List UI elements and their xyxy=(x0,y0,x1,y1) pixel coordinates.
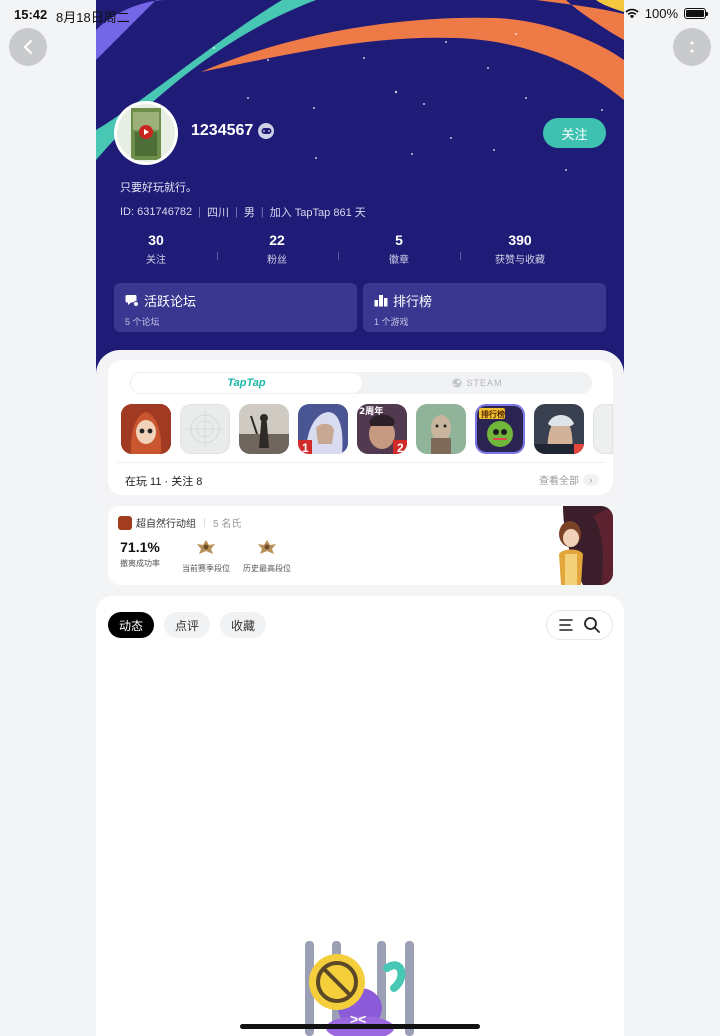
ranking-icon xyxy=(374,295,388,307)
escape-rate-label: 撤离成功率 xyxy=(120,559,160,568)
search-icon[interactable] xyxy=(583,616,601,634)
anniversary-label: 2周年 xyxy=(359,405,383,417)
playing-count: 在玩 11 · 关注 8 xyxy=(125,476,203,488)
game-icon-soldier[interactable] xyxy=(534,404,584,454)
escape-rate-value: 71.1% xyxy=(120,539,160,555)
ranking-subtitle: 1 个游戏 xyxy=(374,317,409,327)
game-icon-row: 1 2周年 2 排行榜 xyxy=(121,404,613,454)
tab-favorites[interactable]: 收藏 xyxy=(220,612,267,638)
status-bar: 15:42 8月18日周二 100% xyxy=(0,0,720,28)
more-vertical-icon xyxy=(690,41,694,53)
active-forums-title: 活跃论坛 xyxy=(144,294,197,309)
rank-emblem-icon xyxy=(197,540,215,554)
ranking-card[interactable]: 排行榜 1 个游戏 xyxy=(363,283,606,332)
game-icon-dark-survivor[interactable] xyxy=(239,404,289,454)
svg-text:2: 2 xyxy=(397,441,404,454)
wifi-icon xyxy=(625,8,639,19)
game-record-card[interactable]: 超自然行动组 5 名氏 71.1% 撤离成功率 当前赛季段位 历史最高段位 xyxy=(108,506,613,585)
record-player-count: 5 名氏 xyxy=(213,519,242,530)
meta-gender: 男 xyxy=(243,207,255,219)
games-card: TapTap STEAM 1 2周年 2 排行榜 在玩 11 · 关注 8 查看… xyxy=(108,360,613,495)
game-icon-creature[interactable] xyxy=(416,404,466,454)
gamepad-icon xyxy=(258,123,275,139)
status-date: 8月18日周二 xyxy=(56,10,130,25)
see-all-label: 查看全部 xyxy=(539,476,579,487)
record-game-name: 超自然行动组 xyxy=(136,519,196,530)
rank-emblem-icon xyxy=(258,540,276,554)
game-icon-placeholder[interactable] xyxy=(180,404,230,454)
forum-icon xyxy=(125,295,139,307)
profile-meta: ID: 631746782 | 四川 | 男 | 加入 TapTap 861 天 xyxy=(120,206,366,219)
game-icon-anniversary-2[interactable]: 2周年 2 xyxy=(357,404,407,454)
meta-region: 四川 xyxy=(207,207,230,219)
active-forums-card[interactable]: 活跃论坛 5 个论坛 xyxy=(114,283,357,332)
stat-badges[interactable]: 5 徽章 xyxy=(379,232,419,266)
stat-following[interactable]: 30 关注 xyxy=(136,232,176,266)
meta-joined: 加入 TapTap 861 天 xyxy=(269,207,366,219)
see-all-link[interactable]: 查看全部 › xyxy=(539,472,599,487)
avatar[interactable] xyxy=(114,101,178,165)
empty-state-illustration: >< xyxy=(305,941,414,1036)
battery-percent: 100% xyxy=(644,6,678,21)
battery-icon xyxy=(684,8,708,19)
game-icon-red-hood[interactable] xyxy=(121,404,171,454)
steam-label: STEAM xyxy=(466,378,503,388)
home-indicator xyxy=(240,1024,480,1029)
more-button[interactable] xyxy=(673,28,711,66)
follow-button[interactable]: 关注 xyxy=(543,118,606,148)
tab-reviews[interactable]: 点评 xyxy=(164,612,211,638)
season-rank-label: 当前赛季段位 xyxy=(182,564,230,573)
record-header: 超自然行动组 5 名氏 xyxy=(118,515,241,530)
chevron-left-icon xyxy=(24,40,32,54)
escape-rate: 71.1% 撤离成功率 xyxy=(120,539,160,569)
chevron-right-icon: › xyxy=(583,473,599,486)
back-button[interactable] xyxy=(9,28,47,66)
active-forums-subtitle: 5 个论坛 xyxy=(125,317,160,327)
season-rank: 当前赛季段位 xyxy=(180,539,232,574)
svg-text:1: 1 xyxy=(302,441,309,454)
meta-id: ID: 631746782 xyxy=(120,206,193,218)
avatar-image xyxy=(117,104,175,162)
filter-icon[interactable] xyxy=(558,618,574,632)
tab-steam[interactable]: STEAM xyxy=(363,372,592,394)
game-icon-partial[interactable] xyxy=(593,404,613,454)
steam-icon xyxy=(452,378,462,388)
username-text: 1234567 xyxy=(191,122,254,139)
platform-toggle: TapTap STEAM xyxy=(130,372,592,394)
game-icon-warrior-1[interactable]: 1 xyxy=(298,404,348,454)
tab-taptap[interactable]: TapTap xyxy=(130,372,363,394)
status-right: 100% xyxy=(625,6,708,21)
bio-text: 只要好玩就行。 xyxy=(120,182,197,194)
stat-likes[interactable]: 390 获赞与收藏 xyxy=(487,232,553,266)
game-icon-ranking[interactable]: 排行榜 xyxy=(475,404,525,454)
feed-tabs: 动态 点评 收藏 xyxy=(108,612,267,638)
character-art xyxy=(559,506,613,585)
username: 1234567 xyxy=(191,122,275,140)
status-time: 15:42 xyxy=(14,7,48,22)
games-divider xyxy=(116,462,605,463)
stat-followers[interactable]: 22 粉丝 xyxy=(257,232,297,266)
game-logo-icon xyxy=(118,515,132,530)
history-rank: 历史最高段位 xyxy=(241,539,293,574)
tab-activity[interactable]: 动态 xyxy=(108,612,155,638)
feed-tools xyxy=(546,610,613,640)
ranking-badge-label: 排行榜 xyxy=(481,409,505,419)
ranking-title: 排行榜 xyxy=(393,294,433,309)
history-rank-label: 历史最高段位 xyxy=(243,564,291,573)
